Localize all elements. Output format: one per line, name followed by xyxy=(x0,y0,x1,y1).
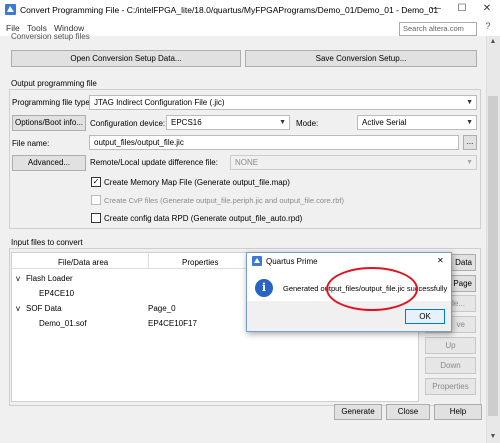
file-name-label: File name: xyxy=(12,139,50,148)
move-up-button[interactable]: Up xyxy=(425,337,476,354)
chevron-down-icon: ▼ xyxy=(466,99,473,106)
output-group-label: Output programming file xyxy=(11,79,97,88)
tree-item-device[interactable]: EP4CE10 xyxy=(39,289,74,298)
close-window-button[interactable]: ✕ xyxy=(475,2,499,16)
search-input[interactable]: Search altera.com xyxy=(399,22,477,36)
tree-header-divider xyxy=(148,254,149,268)
tree-item-sof-file-props: EP4CE10F17 xyxy=(148,319,197,328)
dialog-close-button[interactable]: ✕ xyxy=(437,256,444,265)
setup-group-label: Conversion setup files xyxy=(11,32,90,41)
expander-icon[interactable]: v xyxy=(16,274,20,283)
browse-button[interactable]: ... xyxy=(463,135,477,150)
generate-button[interactable]: Generate xyxy=(334,404,382,420)
cvp-files-label: Create CvP files (Generate output_file.p… xyxy=(104,196,344,205)
programming-file-type-value: JTAG Indirect Configuration File (.jic) xyxy=(94,98,225,107)
chevron-down-icon: ▼ xyxy=(466,159,473,166)
chevron-down-icon: ▼ xyxy=(466,119,473,126)
mode-label: Mode: xyxy=(296,119,319,128)
dialog-title: Quartus Prime xyxy=(266,257,318,266)
bottom-strip xyxy=(0,434,486,443)
memory-map-checkbox[interactable]: ✓ xyxy=(91,177,101,187)
programming-file-type-select[interactable]: JTAG Indirect Configuration File (.jic) … xyxy=(89,95,477,110)
tree-item-sof-file[interactable]: Demo_01.sof xyxy=(39,319,87,328)
properties-button[interactable]: Properties xyxy=(425,378,476,395)
info-icon: i xyxy=(255,279,273,297)
configuration-device-value: EPCS16 xyxy=(171,118,202,127)
column-header-file[interactable]: File/Data area xyxy=(58,258,108,267)
minimize-button[interactable]: — xyxy=(424,2,448,16)
advanced-button[interactable]: Advanced... xyxy=(12,155,86,171)
remote-update-select[interactable]: NONE ▼ xyxy=(230,155,477,170)
scroll-up-arrow-icon[interactable]: ▲ xyxy=(486,38,500,45)
tree-item-flash-loader[interactable]: Flash Loader xyxy=(26,274,73,283)
move-down-button[interactable]: Down xyxy=(425,357,476,374)
memory-map-label: Create Memory Map File (Generate output_… xyxy=(104,178,290,187)
programming-file-type-label: Programming file type: xyxy=(12,98,93,107)
scroll-thumb[interactable] xyxy=(488,96,498,416)
configuration-device-select[interactable]: EPCS16 ▼ xyxy=(166,115,290,130)
save-conversion-setup-button[interactable]: Save Conversion Setup... xyxy=(245,50,477,67)
help-button[interactable]: Help xyxy=(434,404,482,420)
mode-select[interactable]: Active Serial ▼ xyxy=(357,115,477,130)
help-icon[interactable]: ? xyxy=(481,21,495,35)
open-conversion-setup-button[interactable]: Open Conversion Setup Data... xyxy=(11,50,241,67)
quartus-app-icon xyxy=(252,256,262,266)
maximize-button[interactable]: ☐ xyxy=(450,2,474,16)
quartus-app-icon xyxy=(5,4,16,15)
rpd-checkbox[interactable] xyxy=(91,213,101,223)
input-group-label: Input files to convert xyxy=(11,238,83,247)
configuration-device-label: Configuration device: xyxy=(90,119,166,128)
remote-update-value: NONE xyxy=(235,158,259,167)
options-boot-info-button[interactable]: Options/Boot info... xyxy=(12,115,86,131)
rpd-label: Create config data RPD (Generate output_… xyxy=(104,214,303,223)
chevron-down-icon: ▼ xyxy=(279,119,286,126)
window-title: Convert Programming File - C:/intelFPGA_… xyxy=(20,5,439,15)
scroll-down-arrow-icon[interactable]: ▼ xyxy=(486,433,500,440)
red-annotation-ellipse xyxy=(326,267,418,311)
column-header-properties[interactable]: Properties xyxy=(182,258,218,267)
tree-item-sof-data[interactable]: SOF Data xyxy=(26,304,62,313)
expander-icon[interactable]: v xyxy=(16,304,20,313)
file-name-input[interactable]: output_files/output_file.jic xyxy=(89,135,459,150)
tree-item-sof-data-props: Page_0 xyxy=(148,304,176,313)
mode-value: Active Serial xyxy=(362,118,407,127)
ok-button[interactable]: OK xyxy=(405,309,445,324)
close-button[interactable]: Close xyxy=(386,404,430,420)
cvp-files-checkbox[interactable] xyxy=(91,195,101,205)
remote-update-label: Remote/Local update difference file: xyxy=(90,158,218,167)
